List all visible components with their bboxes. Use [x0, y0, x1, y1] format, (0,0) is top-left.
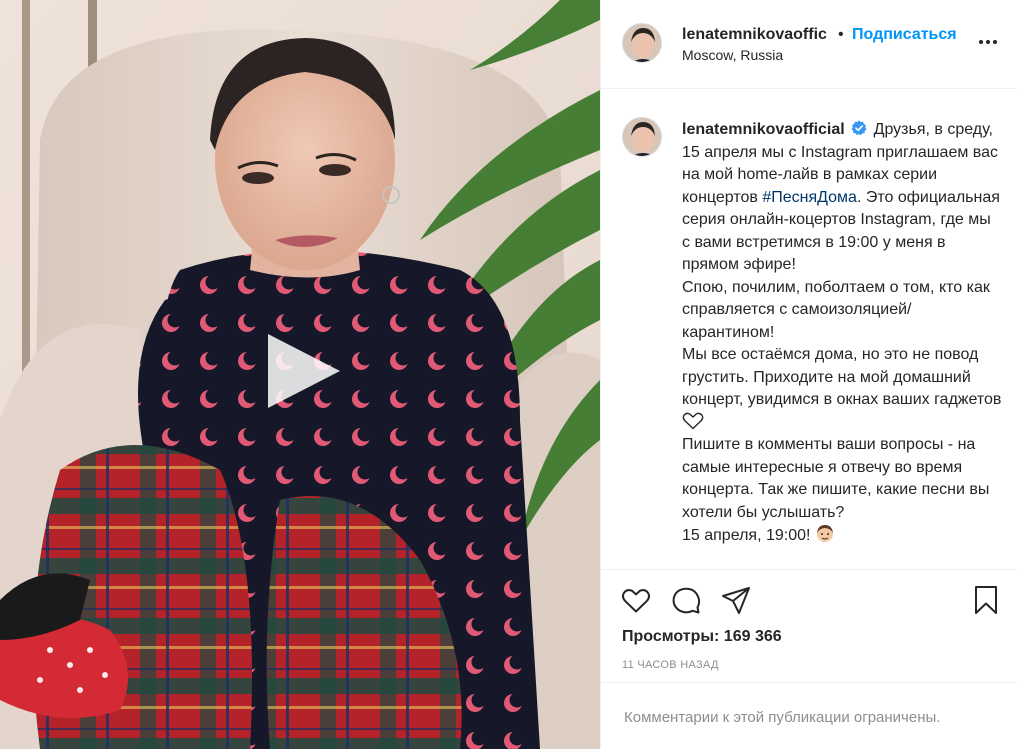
separator-dot: •: [838, 26, 844, 43]
play-icon[interactable]: [262, 330, 344, 412]
location-link[interactable]: Moscow, Russia: [682, 47, 783, 63]
views-number: 169 366: [723, 628, 782, 645]
caption-text: lenatemnikovaofficial Друзья, в среду, 1…: [682, 119, 1002, 548]
views-count[interactable]: Просмотры: 169 366: [622, 628, 782, 646]
comments-restricted-text: Комментарии к этой публикации ограничены…: [624, 709, 941, 726]
caption-text-part: Мы все остаёмся дома, но это не повод гр…: [682, 346, 1002, 408]
bookmark-icon[interactable]: [970, 584, 1002, 616]
post-media-video[interactable]: [0, 0, 600, 749]
post-header: lenatemnikovaoffic • Подписаться Moscow,…: [601, 0, 1017, 89]
person-emoji-icon: [815, 524, 835, 544]
caption-text-part: Спою, почилим, поболтаем о том, кто как …: [682, 278, 990, 341]
follow-button[interactable]: Подписаться: [852, 26, 957, 44]
white-heart-emoji-icon: [682, 412, 704, 430]
post-actions-section: Просмотры: 169 366 11 часов назад: [601, 569, 1017, 682]
views-label: Просмотры:: [622, 628, 720, 645]
more-options-icon[interactable]: [977, 34, 999, 50]
caption-username-link[interactable]: lenatemnikovaofficial: [682, 121, 845, 138]
caption-section: lenatemnikovaofficial Друзья, в среду, 1…: [601, 90, 1017, 568]
caption-text-part: Пишите в комменты ваши вопросы - на самы…: [682, 436, 990, 521]
comments-restricted-section: Комментарии к этой публикации ограничены…: [601, 682, 1017, 749]
post-timestamp[interactable]: 11 часов назад: [622, 659, 719, 671]
avatar[interactable]: [622, 117, 662, 157]
verified-badge-icon: [851, 120, 867, 136]
post-side-panel: lenatemnikovaoffic • Подписаться Moscow,…: [600, 0, 1017, 749]
avatar[interactable]: [622, 23, 662, 63]
paper-plane-icon[interactable]: [720, 584, 752, 616]
username-link[interactable]: lenatemnikovaoffic: [682, 26, 827, 44]
caption-text-part: 15 апреля, 19:00!: [682, 527, 815, 544]
heart-outline-icon[interactable]: [620, 584, 652, 616]
comment-bubble-icon[interactable]: [670, 584, 702, 616]
hashtag-link[interactable]: #ПесняДома: [762, 189, 857, 206]
